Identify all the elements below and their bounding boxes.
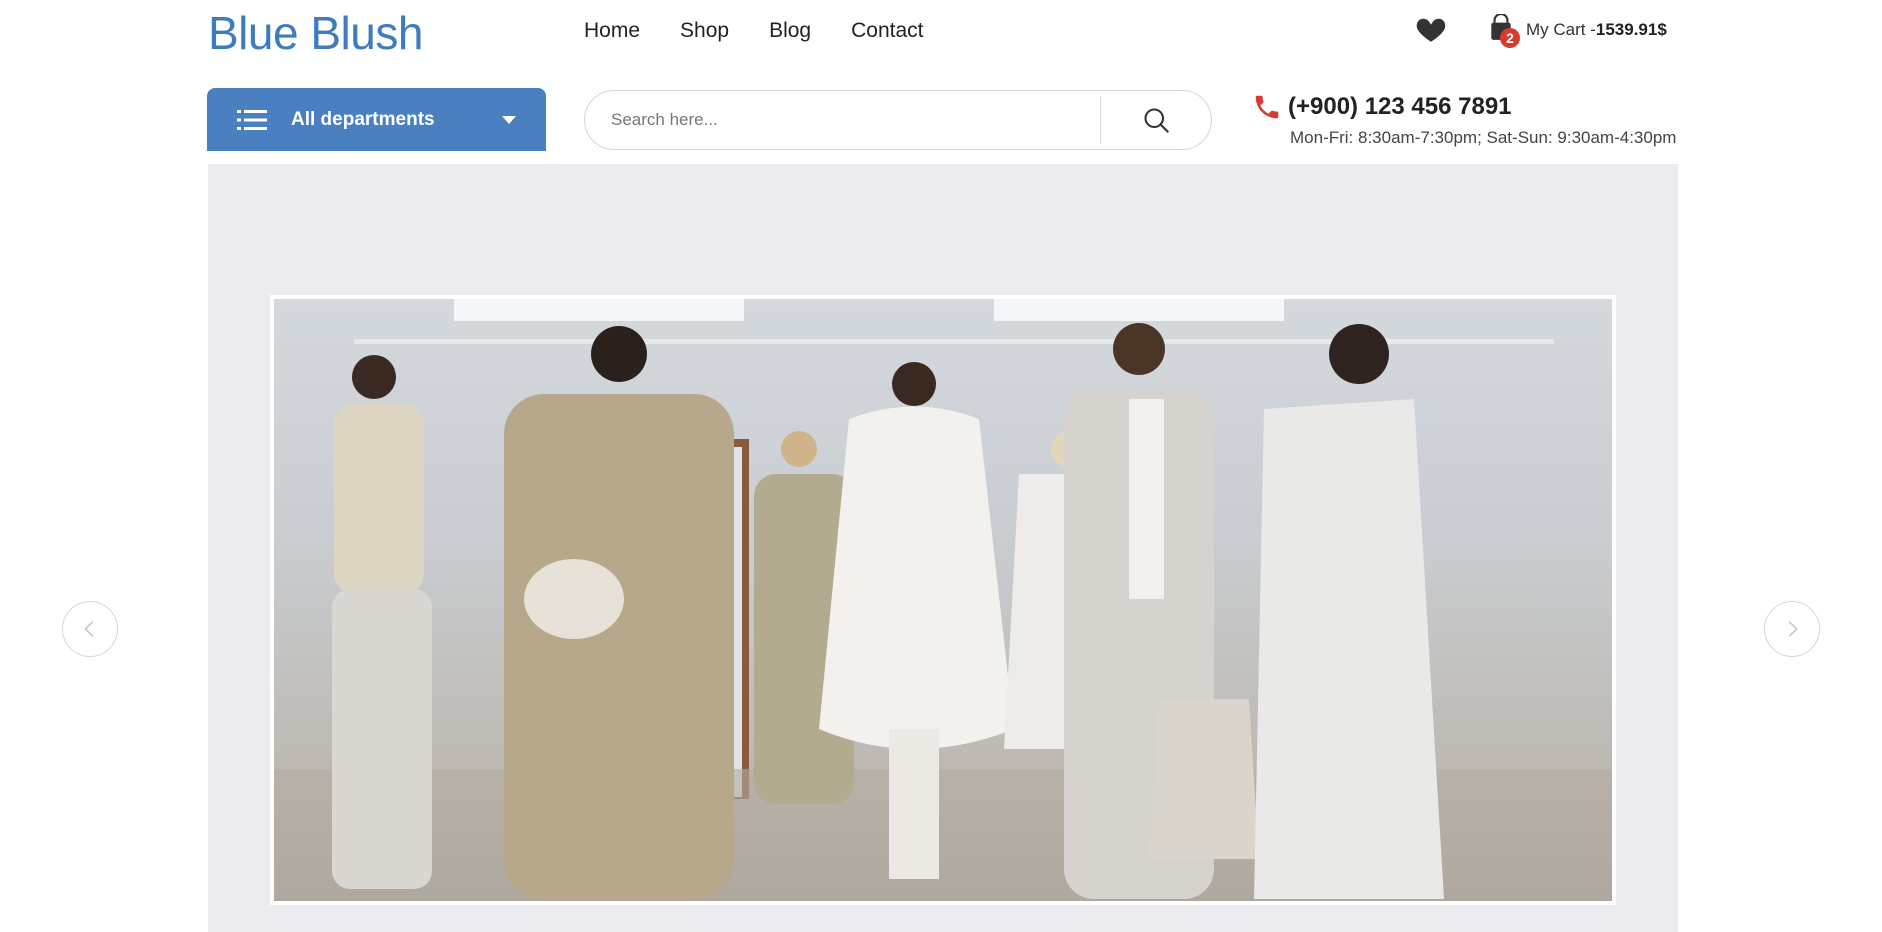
contact-info: (+900) 123 456 7891 Mon-Fri: 8:30am-7:30… xyxy=(1252,92,1676,147)
search-button[interactable] xyxy=(1101,91,1211,149)
chevron-right-icon xyxy=(1788,621,1798,637)
search-bar xyxy=(584,90,1212,150)
nav-contact[interactable]: Contact xyxy=(851,19,923,43)
brand-logo[interactable]: Blue Blush xyxy=(208,6,423,60)
search-input[interactable] xyxy=(585,91,1100,149)
opening-hours: Mon-Fri: 8:30am-7:30pm; Sat-Sun: 9:30am-… xyxy=(1290,128,1677,147)
search-icon xyxy=(1144,108,1169,133)
nav-blog[interactable]: Blog xyxy=(769,19,811,43)
chevron-left-icon xyxy=(84,621,94,637)
cart-label: My Cart -1539.91$ xyxy=(1526,20,1667,40)
cart-label-text: My Cart - xyxy=(1526,20,1596,39)
shopping-bag-icon: 2 xyxy=(1488,12,1520,48)
departments-label: All departments xyxy=(291,108,435,130)
hero-image-illustration xyxy=(274,299,1612,901)
phone-number[interactable]: (+900) 123 456 7891 xyxy=(1288,93,1512,121)
heart-icon xyxy=(1416,18,1446,42)
list-icon xyxy=(237,109,267,130)
phone-icon xyxy=(1255,95,1279,119)
wishlist-button[interactable] xyxy=(1414,12,1448,46)
cart-button[interactable]: 2 My Cart -1539.91$ xyxy=(1488,12,1667,48)
nav-shop[interactable]: Shop xyxy=(680,19,729,43)
cart-count-badge: 2 xyxy=(1500,28,1520,48)
hero-image xyxy=(270,295,1616,905)
cart-amount: 1539.91$ xyxy=(1595,20,1667,39)
caret-down-icon xyxy=(502,115,516,124)
all-departments-button[interactable]: All departments xyxy=(207,88,546,151)
nav-home[interactable]: Home xyxy=(584,19,640,43)
main-nav: Home Shop Blog Contact xyxy=(584,19,923,43)
slider-next-button[interactable] xyxy=(1764,601,1820,657)
hero-slider xyxy=(208,164,1678,932)
slider-prev-button[interactable] xyxy=(62,601,118,657)
